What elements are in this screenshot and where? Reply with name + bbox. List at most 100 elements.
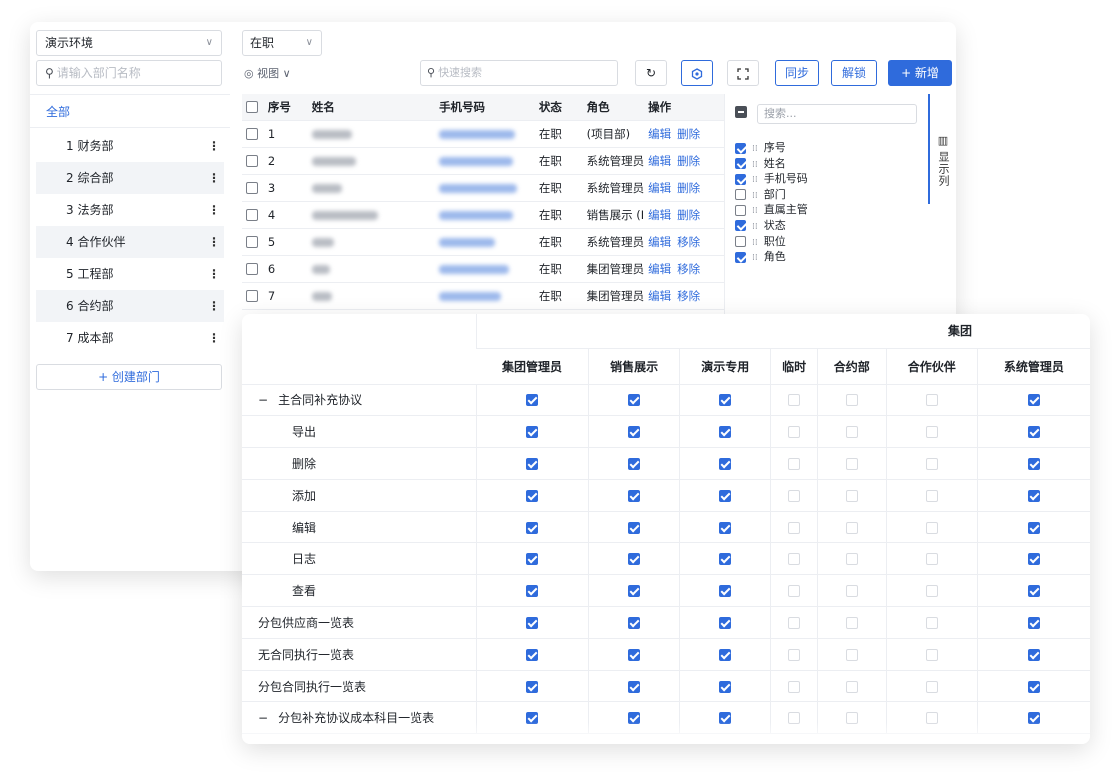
column-header[interactable]: 姓名 (307, 94, 436, 121)
permission-checkbox[interactable] (1027, 680, 1040, 693)
department-all[interactable]: 全部 (30, 94, 230, 128)
permission-checkbox[interactable] (628, 553, 641, 566)
permission-checkbox[interactable] (526, 648, 539, 661)
row-checkbox[interactable] (246, 155, 258, 167)
permission-checkbox[interactable] (526, 489, 539, 502)
permission-checkbox[interactable] (788, 489, 801, 502)
column-option[interactable]: ⁞⁞ 姓名 (735, 156, 808, 172)
more-icon[interactable]: ⋮ (208, 162, 220, 194)
column-checkbox[interactable] (735, 204, 746, 216)
department-item[interactable]: 7 成本部 ⋮ (36, 322, 224, 354)
permission-checkbox[interactable] (1027, 426, 1040, 439)
permission-checkbox[interactable] (1027, 394, 1040, 407)
permission-checkbox[interactable] (719, 457, 732, 470)
department-item[interactable]: 3 法务部 ⋮ (36, 194, 224, 226)
permission-checkbox[interactable] (526, 394, 539, 407)
column-option[interactable]: ⁞⁞ 手机号码 (735, 171, 808, 187)
drag-handle-icon[interactable]: ⁞⁞ (752, 253, 758, 263)
more-icon[interactable]: ⋮ (208, 322, 220, 354)
permission-checkbox[interactable] (788, 553, 801, 566)
select-all-checkbox[interactable] (246, 101, 258, 114)
refresh-button[interactable]: ↻ (635, 60, 667, 86)
permission-checkbox[interactable] (526, 457, 539, 470)
drag-handle-icon[interactable]: ⁞⁞ (752, 144, 758, 154)
permission-checkbox[interactable] (845, 585, 858, 598)
view-button[interactable]: ◎ 视图 ∨ (244, 64, 291, 84)
delete-link[interactable]: 删除 (677, 181, 700, 195)
permission-checkbox[interactable] (845, 553, 858, 566)
permission-checkbox[interactable] (1027, 489, 1040, 502)
remove-link[interactable]: 移除 (677, 235, 700, 249)
permission-checkbox[interactable] (628, 680, 641, 693)
drag-handle-icon[interactable]: ⁞⁞ (752, 206, 758, 216)
column-checkbox[interactable] (735, 236, 746, 248)
fullscreen-button[interactable] (727, 60, 759, 86)
permission-checkbox[interactable] (788, 457, 801, 470)
column-option[interactable]: ⁞⁞ 序号 (735, 140, 808, 156)
permission-checkbox[interactable] (1027, 616, 1040, 629)
permission-checkbox[interactable] (788, 616, 801, 629)
permission-checkbox[interactable] (925, 457, 938, 470)
more-icon[interactable]: ⋮ (208, 194, 220, 226)
department-item[interactable]: 2 综合部 ⋮ (36, 162, 224, 194)
more-icon[interactable]: ⋮ (208, 258, 220, 290)
delete-link[interactable]: 删除 (677, 127, 700, 141)
edit-link[interactable]: 编辑 (648, 154, 671, 168)
row-checkbox[interactable] (246, 236, 258, 248)
column-option[interactable]: ⁞⁞ 直属主管 (735, 202, 808, 218)
drag-handle-icon[interactable]: ⁞⁞ (752, 175, 758, 185)
settings-button[interactable] (681, 60, 713, 86)
department-search-input[interactable]: ⚲ 请输入部门名称 (36, 60, 222, 86)
column-checkbox[interactable] (735, 158, 746, 170)
column-checkbox[interactable] (735, 142, 746, 154)
permission-checkbox[interactable] (719, 553, 732, 566)
permission-checkbox[interactable] (845, 680, 858, 693)
more-icon[interactable]: ⋮ (208, 290, 220, 322)
column-header[interactable]: 操作 (644, 94, 724, 121)
permission-checkbox[interactable] (1027, 521, 1040, 534)
permission-checkbox[interactable] (845, 521, 858, 534)
column-header[interactable]: 状态 (534, 94, 583, 121)
permission-checkbox[interactable] (1027, 648, 1040, 661)
edit-link[interactable]: 编辑 (648, 289, 671, 303)
column-header[interactable]: 手机号码 (435, 94, 535, 121)
column-select-all-checkbox[interactable] (735, 105, 747, 118)
permission-checkbox[interactable] (1027, 585, 1040, 598)
permission-checkbox[interactable] (628, 648, 641, 661)
edit-link[interactable]: 编辑 (648, 181, 671, 195)
permission-checkbox[interactable] (925, 394, 938, 407)
permission-checkbox[interactable] (526, 585, 539, 598)
permission-checkbox[interactable] (925, 426, 938, 439)
permission-checkbox[interactable] (719, 585, 732, 598)
permission-checkbox[interactable] (845, 457, 858, 470)
column-search-input[interactable]: 搜索... (757, 104, 917, 124)
sync-button[interactable]: 同步 (775, 60, 819, 86)
employment-status-select[interactable]: 在职 ∨ (242, 30, 322, 56)
quick-search-input[interactable]: ⚲ 快速搜索 (420, 60, 618, 86)
permission-checkbox[interactable] (925, 648, 938, 661)
add-user-button[interactable]: + 新增 (888, 60, 952, 86)
permission-checkbox[interactable] (628, 616, 641, 629)
permission-checkbox[interactable] (788, 521, 801, 534)
permission-checkbox[interactable] (719, 680, 732, 693)
row-checkbox[interactable] (246, 263, 258, 275)
column-option[interactable]: ⁞⁞ 角色 (735, 249, 808, 265)
department-item[interactable]: 1 财务部 ⋮ (36, 130, 224, 162)
department-item[interactable]: 4 合作伙伴 ⋮ (36, 226, 224, 258)
column-option[interactable]: ⁞⁞ 职位 (735, 234, 808, 250)
permission-checkbox[interactable] (526, 616, 539, 629)
permission-checkbox[interactable] (628, 394, 641, 407)
column-option[interactable]: ⁞⁞ 状态 (735, 218, 808, 234)
permission-checkbox[interactable] (526, 426, 539, 439)
drag-handle-icon[interactable]: ⁞⁞ (752, 191, 758, 201)
permission-checkbox[interactable] (628, 489, 641, 502)
permission-checkbox[interactable] (628, 426, 641, 439)
edit-link[interactable]: 编辑 (648, 235, 671, 249)
permission-checkbox[interactable] (788, 394, 801, 407)
permission-checkbox[interactable] (925, 521, 938, 534)
permission-checkbox[interactable] (845, 616, 858, 629)
permission-checkbox[interactable] (845, 394, 858, 407)
row-checkbox[interactable] (246, 209, 258, 221)
more-icon[interactable]: ⋮ (208, 226, 220, 258)
permission-checkbox[interactable] (628, 585, 641, 598)
